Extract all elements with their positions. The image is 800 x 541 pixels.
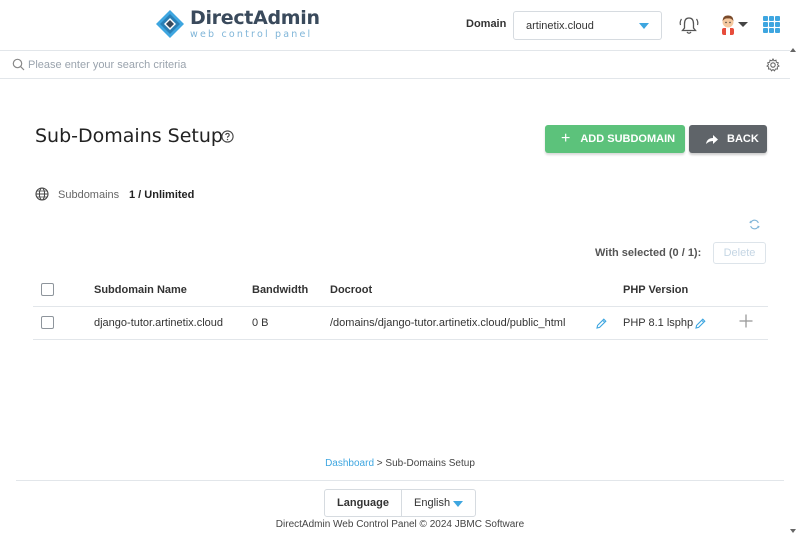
breadcrumb-dashboard-link[interactable]: Dashboard bbox=[325, 458, 374, 469]
notification-bell-icon[interactable] bbox=[678, 14, 700, 36]
plus-icon: + bbox=[561, 130, 571, 147]
top-header: DirectAdmin web control panel Domain art… bbox=[0, 0, 800, 50]
language-label: Language bbox=[325, 490, 402, 516]
delete-button[interactable]: Delete bbox=[713, 242, 766, 264]
with-selected-label: With selected (0 / 1): bbox=[595, 247, 702, 259]
add-subdomain-button[interactable]: + ADD SUBDOMAIN bbox=[545, 125, 685, 153]
table-header-row: Subdomain Name Bandwidth Docroot PHP Ver… bbox=[33, 275, 768, 307]
language-select-value: English bbox=[414, 497, 451, 509]
apps-grid-icon[interactable] bbox=[763, 16, 780, 33]
breadcrumb: Dashboard > Sub-Domains Setup bbox=[0, 458, 800, 469]
select-all-checkbox[interactable] bbox=[41, 283, 54, 296]
docroot-cell: /domains/django-tutor.artinetix.cloud/pu… bbox=[330, 317, 566, 329]
row-checkbox[interactable] bbox=[41, 316, 54, 329]
column-header-docroot[interactable]: Docroot bbox=[330, 284, 372, 296]
breadcrumb-current: Sub-Domains Setup bbox=[385, 458, 475, 469]
search-input[interactable] bbox=[28, 56, 728, 74]
scroll-up-arrow-icon[interactable] bbox=[790, 48, 796, 52]
language-selector: Language English bbox=[324, 489, 476, 517]
column-header-subdomain-name[interactable]: Subdomain Name bbox=[94, 284, 187, 296]
back-label: BACK bbox=[727, 133, 759, 145]
back-button[interactable]: BACK bbox=[689, 125, 767, 153]
domain-select[interactable]: artinetix.cloud bbox=[513, 11, 662, 40]
chevron-down-icon bbox=[453, 501, 463, 507]
search-bar bbox=[0, 50, 790, 79]
help-icon[interactable] bbox=[221, 130, 234, 143]
logo-subtitle: web control panel bbox=[190, 28, 313, 40]
user-menu-chevron-icon[interactable] bbox=[738, 22, 748, 27]
directadmin-logo[interactable]: DirectAdmin web control panel bbox=[154, 8, 320, 40]
user-avatar-icon[interactable] bbox=[718, 13, 738, 35]
directadmin-logo-icon bbox=[156, 10, 184, 38]
edit-php-version-pencil-icon[interactable] bbox=[695, 318, 706, 329]
copyright-text: DirectAdmin Web Control Panel © 2024 JBM… bbox=[275, 519, 525, 530]
language-select[interactable]: English bbox=[402, 490, 475, 516]
refresh-icon[interactable] bbox=[749, 219, 760, 230]
php-version-cell: PHP 8.1 lsphp bbox=[623, 317, 694, 329]
search-icon bbox=[12, 58, 25, 71]
table-row: django-tutor.artinetix.cloud 0 B /domain… bbox=[33, 307, 768, 340]
edit-docroot-pencil-icon[interactable] bbox=[596, 318, 607, 329]
row-expand-plus-icon[interactable] bbox=[739, 314, 753, 328]
subdomains-stat-value: 1 / Unlimited bbox=[129, 189, 195, 201]
breadcrumb-separator: > bbox=[374, 458, 386, 469]
footer-divider bbox=[16, 480, 784, 481]
share-arrow-icon bbox=[706, 134, 718, 144]
domain-select-value: artinetix.cloud bbox=[526, 19, 594, 32]
subdomains-stat-label: Subdomains bbox=[58, 189, 120, 201]
gear-icon[interactable] bbox=[766, 58, 780, 72]
add-subdomain-label: ADD SUBDOMAIN bbox=[580, 133, 676, 145]
logo-title: DirectAdmin bbox=[190, 6, 320, 29]
page-title: Sub-Domains Setup bbox=[35, 125, 223, 147]
bandwidth-cell: 0 B bbox=[252, 317, 269, 329]
chevron-down-icon bbox=[639, 23, 649, 29]
column-header-php-version[interactable]: PHP Version bbox=[623, 284, 688, 296]
globe-icon bbox=[35, 187, 49, 201]
subdomain-name-cell: django-tutor.artinetix.cloud bbox=[94, 317, 224, 329]
column-header-bandwidth[interactable]: Bandwidth bbox=[252, 284, 308, 296]
domain-label: Domain bbox=[466, 18, 507, 30]
